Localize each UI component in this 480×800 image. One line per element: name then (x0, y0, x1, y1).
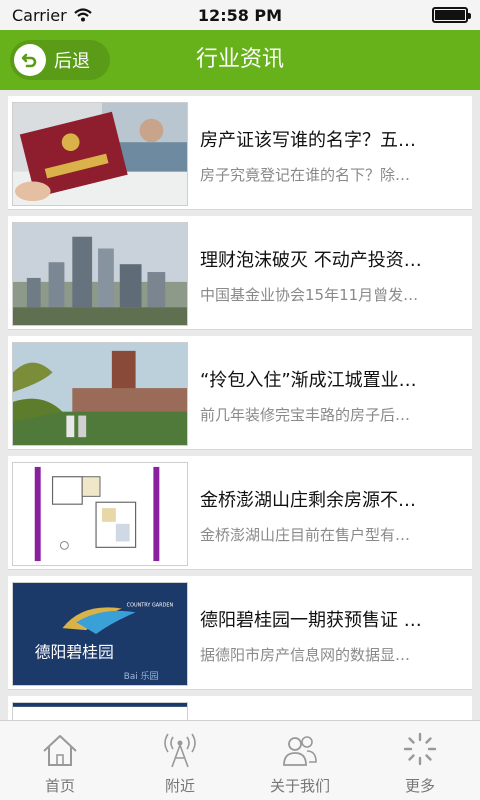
article-list[interactable]: 房产证该写谁的名字？五… 房子究竟登记在谁的名下？除… 理财泡沫破灭 不动产投资… (0, 90, 480, 720)
article-item[interactable]: 金桥澎湖山庄剩余房源不… 金桥澎湖山庄目前在售户型有… (8, 456, 472, 570)
article-thumbnail: COUNTRY GARDEN 德阳碧桂园 Bai 乐园 (12, 582, 188, 686)
back-button[interactable]: 后退 (10, 40, 110, 80)
tab-about-us[interactable]: 关于我们 (240, 721, 360, 800)
article-summary: 中国基金业协会15年11月曾发… (200, 286, 419, 304)
tab-label: 关于我们 (269, 777, 330, 795)
article-title: “拎包入住”渐成江城置业… (200, 370, 417, 391)
article-title: 房产证该写谁的名字？五… (200, 130, 416, 151)
article-item[interactable]: “拎包入住”渐成江城置业… 前几年装修完宝丰路的房子后… (8, 336, 472, 450)
watermark-text: Bai 乐园 (124, 670, 159, 682)
article-summary: 房子究竟登记在谁的名下？除… (200, 166, 411, 184)
wifi-icon (73, 8, 92, 22)
more-icon (403, 732, 437, 766)
article-thumbnail (12, 342, 188, 446)
back-label: 后退 (54, 51, 90, 72)
tab-more[interactable]: 更多 (360, 721, 480, 800)
tab-nearby[interactable]: 附近 (120, 721, 240, 800)
article-item[interactable]: 房产证该写谁的名字？五… 房子究竟登记在谁的名下？除… (8, 96, 472, 210)
status-bar: Carrier 12:58 PM (0, 0, 480, 30)
home-icon (43, 735, 77, 766)
article-item[interactable]: 理财泡沫破灭 不动产投资… 中国基金业协会15年11月曾发… (8, 216, 472, 330)
article-title: 德阳碧桂园一期获预售证 … (200, 610, 422, 631)
article-title: 理财泡沫破灭 不动产投资… (200, 250, 422, 271)
tab-home[interactable]: 首页 (0, 721, 120, 800)
article-summary: 前几年装修完宝丰路的房子后… (200, 406, 411, 424)
garden-cn-text: 德阳碧桂园 (35, 643, 114, 662)
article-summary: 金桥澎湖山庄目前在售户型有… (200, 526, 411, 544)
article-thumbnail (12, 222, 188, 326)
battery-icon (432, 7, 471, 23)
back-arrow-icon (14, 44, 46, 76)
nav-header: 行业资讯 后退 (0, 30, 480, 90)
article-item[interactable]: COUNTRY GARDEN 德阳碧桂园 Bai 乐园 德阳碧桂园一期获预售证 … (8, 576, 472, 690)
bottom-tab-bar: 首页 附近 关于我们 更多 (0, 720, 480, 800)
garden-en-text: COUNTRY GARDEN (127, 603, 174, 609)
article-item[interactable] (8, 696, 472, 720)
people-icon (283, 736, 317, 766)
article-thumbnail (12, 702, 188, 720)
article-thumbnail (12, 102, 188, 206)
tab-label: 更多 (404, 777, 435, 795)
carrier-label: Carrier (12, 5, 67, 25)
article-thumbnail (12, 462, 188, 566)
signal-tower-icon (164, 733, 196, 768)
article-title: 金桥澎湖山庄剩余房源不… (200, 490, 416, 511)
article-summary: 据德阳市房产信息网的数据显… (200, 646, 411, 664)
tab-label: 附近 (164, 777, 195, 795)
tab-label: 首页 (44, 777, 75, 795)
